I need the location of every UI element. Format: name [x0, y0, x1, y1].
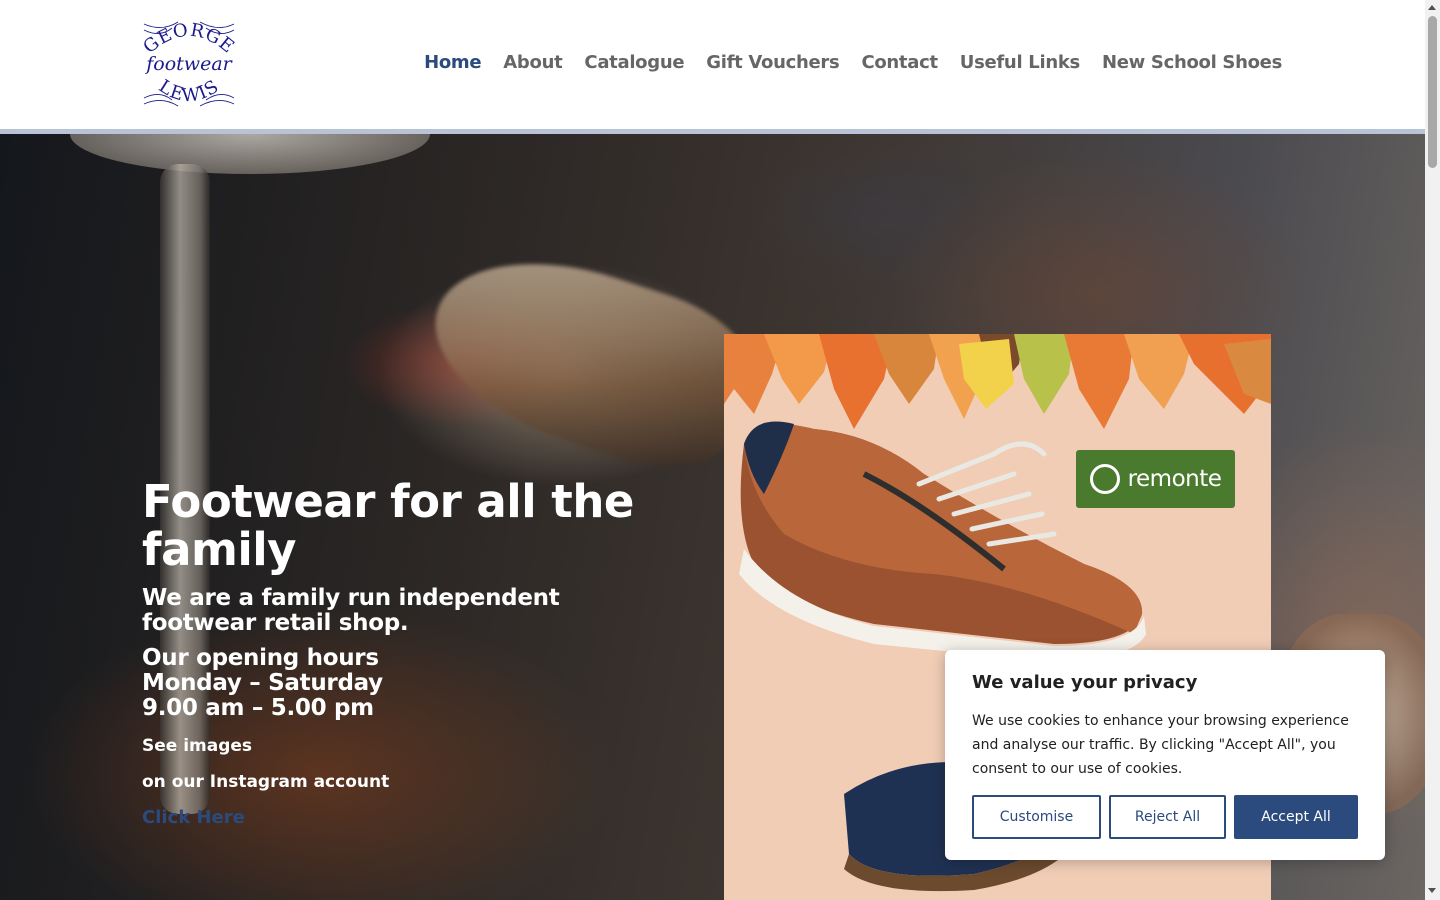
remonte-logo-icon — [1089, 464, 1120, 494]
hero-text-block: Footwear for all the family We are a fam… — [142, 478, 662, 829]
remonte-brand-badge: remonte — [1076, 450, 1235, 508]
customise-button[interactable]: Customise — [972, 795, 1101, 839]
reject-all-button[interactable]: Reject All — [1109, 795, 1226, 839]
instagram-text: on our Instagram account — [142, 772, 390, 792]
svg-text:LEWIS: LEWIS — [155, 76, 223, 107]
opening-hours-time: 9.00 am – 5.00 pm — [142, 695, 374, 721]
opening-hours-days: Monday – Saturday — [142, 670, 383, 696]
site-header: GEORGE footwear LEWIS Home About Catalog… — [0, 0, 1425, 129]
opening-hours-heading: Our opening hours — [142, 645, 379, 671]
scrollbar-thumb[interactable] — [1428, 16, 1437, 168]
hero-title: Footwear for all the family — [142, 475, 634, 576]
site-logo[interactable]: GEORGE footwear LEWIS — [142, 18, 236, 110]
scroll-up-arrow-icon[interactable] — [1428, 5, 1436, 10]
hero-background-decoration — [411, 228, 769, 490]
cookie-button-group: Customise Reject All Accept All — [972, 795, 1358, 839]
cookie-title: We value your privacy — [972, 672, 1198, 693]
instagram-link[interactable]: Click Here — [142, 807, 245, 829]
opening-hours: Our opening hours Monday – Saturday 9.00… — [142, 646, 662, 721]
accept-all-button[interactable]: Accept All — [1234, 795, 1358, 839]
remonte-brand-label: remonte — [1127, 466, 1222, 492]
nav-home[interactable]: Home — [424, 52, 482, 73]
hero-background-decoration — [70, 134, 430, 174]
see-images-text: See images — [142, 736, 253, 756]
autumn-leaves — [724, 334, 1271, 429]
main-nav: Home About Catalogue Gift Vouchers Conta… — [424, 52, 1282, 73]
cookie-message: We use cookies to enhance your browsing … — [972, 713, 1349, 777]
nav-catalogue[interactable]: Catalogue — [584, 52, 684, 73]
scroll-down-arrow-icon[interactable] — [1428, 888, 1436, 893]
nav-contact[interactable]: Contact — [861, 52, 938, 73]
logo-image: GEORGE footwear LEWIS — [142, 20, 236, 107]
nav-about[interactable]: About — [503, 52, 562, 73]
nav-new-school-shoes[interactable]: New School Shoes — [1102, 52, 1282, 73]
hero-subtitle: We are a family run independent footwear… — [142, 585, 560, 636]
cookie-consent-dialog: We value your privacy We use cookies to … — [945, 650, 1385, 860]
nav-gift-vouchers[interactable]: Gift Vouchers — [706, 52, 839, 73]
nav-useful-links[interactable]: Useful Links — [960, 52, 1080, 73]
page-scrollbar[interactable] — [1425, 0, 1440, 900]
svg-text:footwear: footwear — [144, 53, 233, 75]
